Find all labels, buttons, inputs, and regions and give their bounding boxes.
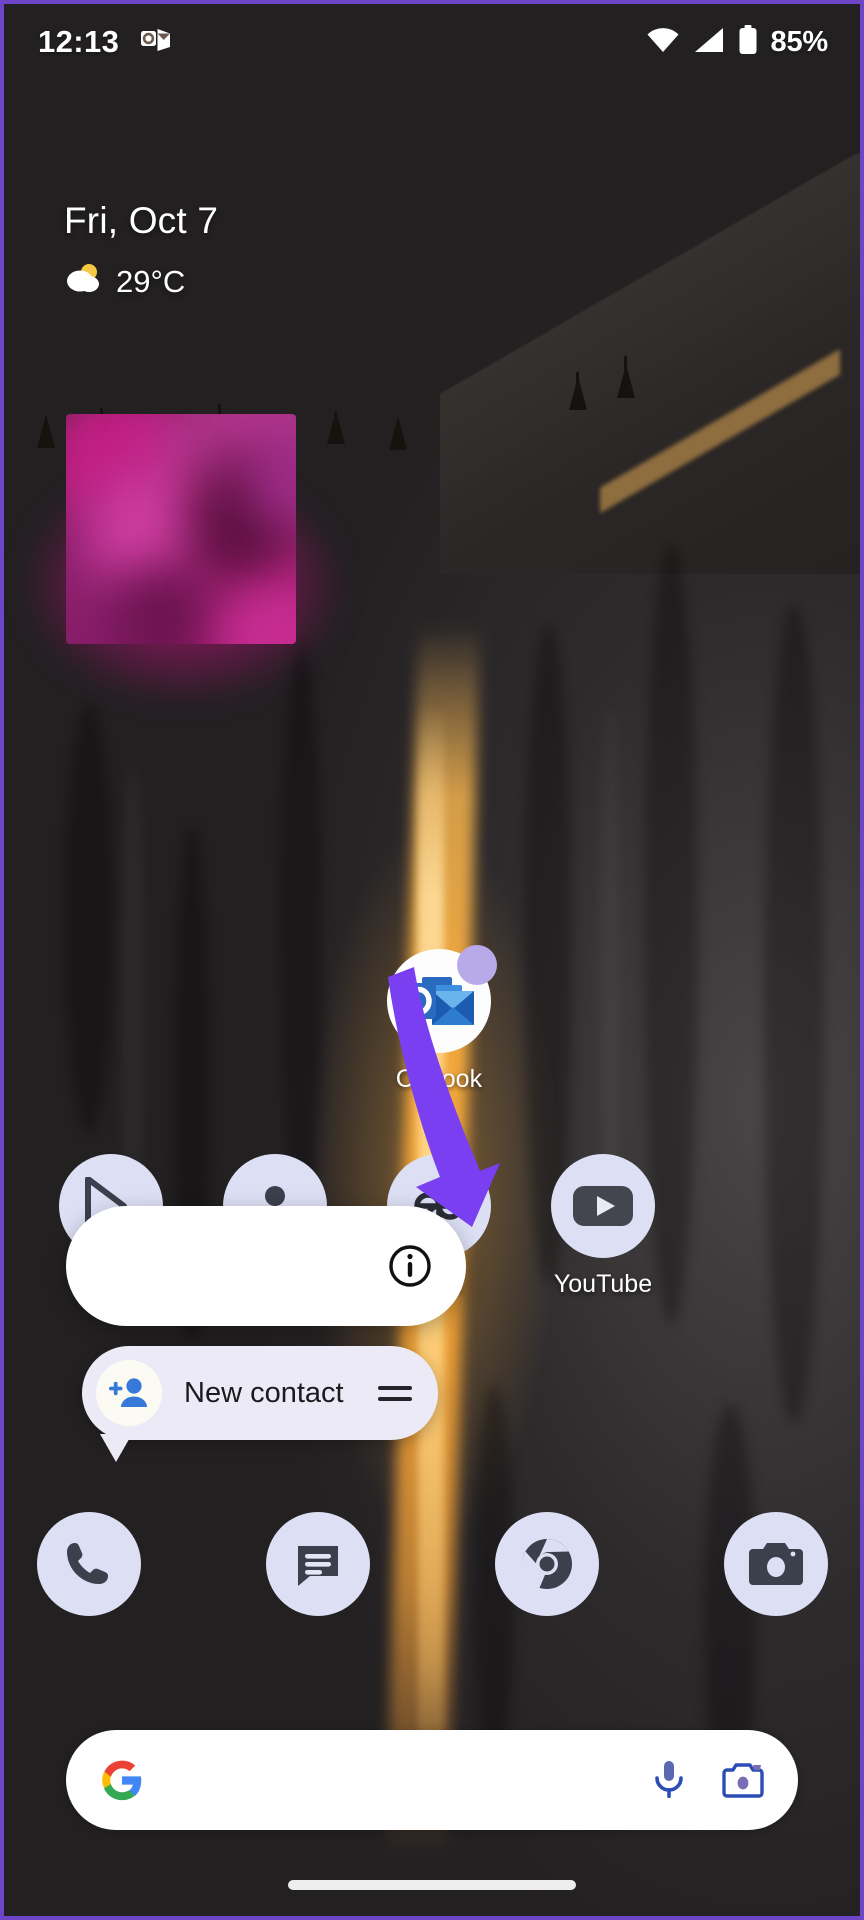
app-cell-outlook[interactable]: Outlook [354,945,524,1094]
glance-weather: 29°C [64,262,218,302]
youtube-icon[interactable] [551,1154,655,1258]
status-bar-right: 85% [646,24,829,60]
phone-icon[interactable] [36,1512,141,1616]
app-cell-youtube[interactable]: YouTube [518,1154,688,1299]
dock [4,1512,860,1616]
person-add-icon [96,1360,162,1426]
app-label-youtube: YouTube [553,1270,653,1298]
status-clock: 12:13 [38,24,120,59]
messages-icon[interactable] [265,1512,370,1616]
info-icon[interactable] [386,1242,434,1290]
outlook-icon[interactable] [387,945,497,1053]
notification-badge [457,945,497,985]
google-search-bar[interactable] [66,1730,798,1830]
microphone-icon[interactable] [652,1759,686,1801]
google-g-icon [100,1758,144,1802]
app-long-press-popup[interactable] [66,1206,466,1326]
camera-icon[interactable] [723,1512,828,1616]
partly-cloudy-icon [64,262,104,302]
gesture-navigation-pill[interactable] [288,1880,576,1890]
battery-percent: 85% [770,25,829,58]
google-lens-icon[interactable] [722,1761,764,1799]
device-frame: 12:13 85% Fri, Oct 7 29°C Outlook YouTub… [0,0,864,1920]
shortcut-popup-tail [100,1434,132,1462]
cellular-signal-icon [693,27,725,58]
battery-icon [738,24,758,60]
glance-date: Fri, Oct 7 [64,200,219,241]
chrome-icon[interactable] [494,1512,599,1616]
wifi-icon [646,27,680,58]
outlook-notification-icon [141,27,171,58]
drag-handle-icon[interactable] [378,1385,412,1401]
status-bar-left: 12:13 [38,24,171,60]
app-label-outlook: Outlook [395,1065,483,1093]
at-a-glance-widget[interactable]: Fri, Oct 7 29°C [64,200,218,302]
glance-temperature: 29°C [116,264,186,299]
shortcut-new-contact[interactable]: New contact [82,1346,438,1440]
status-bar: 12:13 85% [4,4,860,80]
shortcut-label: New contact [184,1376,344,1409]
